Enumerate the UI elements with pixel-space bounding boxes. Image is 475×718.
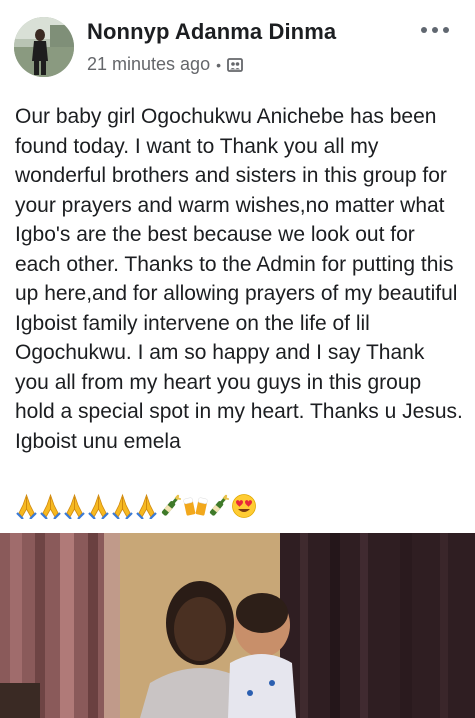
post-photo[interactable] <box>0 533 475 718</box>
post-text: Our baby girl Ogochukwu Anichebe has bee… <box>15 105 463 453</box>
emoji-row <box>15 493 256 520</box>
more-options-button[interactable] <box>421 22 449 38</box>
more-options-dot <box>443 27 449 33</box>
champagne-bottle-icon <box>159 493 182 519</box>
author-avatar[interactable] <box>14 17 74 77</box>
praying-hands-icon <box>15 493 38 520</box>
more-options-dot <box>432 27 438 33</box>
praying-hands-icon <box>135 493 158 520</box>
praying-hands-icon <box>111 493 134 520</box>
post-meta: 21 minutes ago • <box>87 54 243 75</box>
praying-hands-icon <box>87 493 110 520</box>
post-timestamp[interactable]: 21 minutes ago <box>87 54 210 75</box>
praying-hands-icon <box>39 493 62 520</box>
group-privacy-icon <box>227 57 243 73</box>
post-header: Nonnyp Adanma Dinma 21 minutes ago • <box>0 0 475 96</box>
champagne-bottle-icon <box>207 493 230 519</box>
more-options-icon <box>421 27 427 33</box>
meta-separator: • <box>216 56 221 73</box>
clinking-beer-mugs-icon <box>183 493 208 519</box>
author-name[interactable]: Nonnyp Adanma Dinma <box>87 19 336 45</box>
praying-hands-icon <box>63 493 86 520</box>
heart-eyes-face-icon <box>231 493 256 519</box>
